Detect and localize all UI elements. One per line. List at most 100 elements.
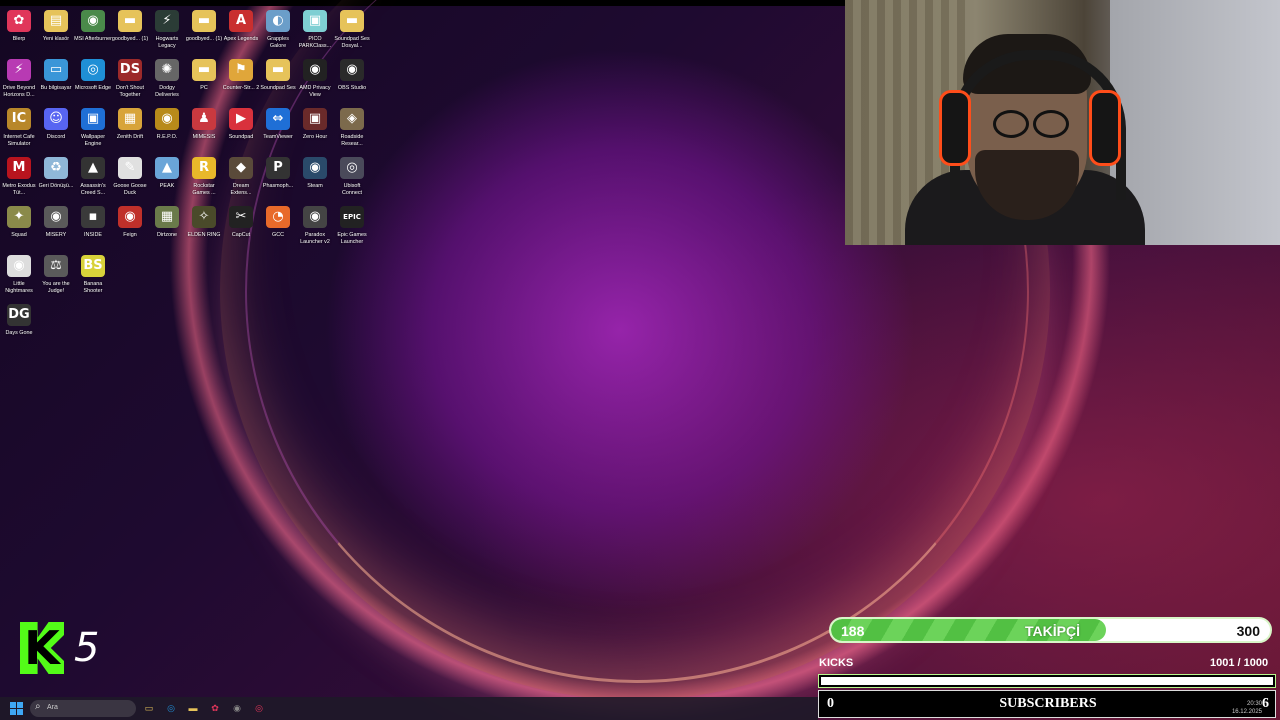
desktop-icon-label: Drive Beyond Horizons D... <box>2 85 36 98</box>
desktop-icon-label: Days Gone <box>5 330 33 336</box>
tray-clock[interactable]: 20:30 16.12.2025 <box>1232 700 1262 716</box>
desktop-icon[interactable]: ⚡ Hogwarts Legacy <box>148 10 186 58</box>
desktop-icon[interactable]: ◉ MSI Afterburner <box>74 10 112 58</box>
obs-icon[interactable]: ◉ <box>230 701 244 715</box>
desktop-icon[interactable]: ▣ PICO PARKClass... <box>296 10 334 58</box>
desktop-icon-label: CapCut <box>231 232 251 238</box>
app-icon: ⚑ <box>229 59 253 81</box>
kicks-progress-fill <box>821 677 1273 685</box>
app-icon: ▶ <box>229 108 253 130</box>
desktop-icon[interactable]: ◈ Roadside Resear... <box>333 108 371 156</box>
desktop-icon[interactable]: ◐ Grapples Galore <box>259 10 297 58</box>
app-icon: ▬ <box>192 59 216 81</box>
desktop-icon[interactable]: ♻ Geri Dönüşü... <box>37 157 75 205</box>
desktop-icon[interactable]: ◉ Steam <box>296 157 334 205</box>
headset-cup-left <box>939 90 971 166</box>
desktop-icon[interactable]: DS Don't Shout Together <box>111 59 149 107</box>
desktop-icon[interactable]: ◉ R.E.P.O. <box>148 108 186 156</box>
start-button[interactable] <box>10 702 23 715</box>
app-icon[interactable]: ◎ <box>252 701 266 715</box>
desktop-icon[interactable]: ⚖ You are the Judge! <box>37 255 75 303</box>
desktop-icon[interactable]: BS Banana Shooter <box>74 255 112 303</box>
desktop-icon[interactable]: ▦ Dirtzone <box>148 206 186 254</box>
tray-date: 16.12.2025 <box>1231 709 1262 715</box>
desktop-icon-label: GCC <box>272 232 284 238</box>
desktop-icon[interactable]: ✎ Goose Goose Duck <box>111 157 149 205</box>
desktop-icon[interactable]: R Rockstar Games ... <box>185 157 223 205</box>
follower-goal-bar: 188 TAKİPÇİ 300 <box>829 617 1272 643</box>
desktop-icon[interactable]: ◉ MISERY <box>37 206 75 254</box>
desktop-icon[interactable]: ▶ Soundpad <box>222 108 260 156</box>
desktop-icon-label: goodbyed... (1) <box>185 36 223 42</box>
desktop-icon[interactable]: ▲ PEAK <box>148 157 186 205</box>
desktop-icon[interactable]: ▤ Yeni klasör <box>37 10 75 58</box>
webcam-overlay <box>845 0 1280 245</box>
desktop-icon[interactable]: ⚑ Counter-Str... 2 <box>222 59 260 107</box>
desktop-icon-label: Steam <box>307 183 323 189</box>
desktop-icon[interactable]: ▪ INSIDE <box>74 206 112 254</box>
desktop-icon[interactable]: ▦ Zenith Drift <box>111 108 149 156</box>
desktop-icon-label: Blerp <box>12 36 26 42</box>
app-icon: ✺ <box>155 59 179 81</box>
desktop-icon[interactable]: M Metro Exodus Tüt... <box>0 157 38 205</box>
desktop-icon[interactable]: ▬ goodbyed... (1) <box>111 10 149 58</box>
desktop-icon-label: TeamViewer <box>263 134 293 140</box>
desktop-icon[interactable]: ⇔ TeamViewer <box>259 108 297 156</box>
desktop-icon[interactable]: ◉ Feign <box>111 206 149 254</box>
follower-goal-label: TAKİPÇİ <box>1025 623 1080 639</box>
desktop-icon-label: Metro Exodus Tüt... <box>2 183 36 196</box>
desktop-icon[interactable]: P Phasmoph... <box>259 157 297 205</box>
edge-icon[interactable]: ◎ <box>164 701 178 715</box>
desktop-icon[interactable]: ▬ Soundpad Ses Dosyal... <box>333 10 371 58</box>
desktop-icon[interactable]: ✧ ELDEN RING <box>185 206 223 254</box>
desktop-icon[interactable]: DG Days Gone <box>0 304 38 352</box>
desktop-icon[interactable]: ◉ AMD Privacy View <box>296 59 334 107</box>
desktop-icon[interactable]: ▣ Zero Hour <box>296 108 334 156</box>
app-icon: ♻ <box>44 157 68 179</box>
desktop-icon[interactable]: A Apex Legends <box>222 10 260 58</box>
desktop-icon[interactable]: ◆ Dream Extens... <box>222 157 260 205</box>
app-icon: ▣ <box>303 108 327 130</box>
desktop-icon[interactable]: ▲ Assassin's Creed S... <box>74 157 112 205</box>
blerp-icon[interactable]: ✿ <box>208 701 222 715</box>
app-icon: ▬ <box>118 10 142 32</box>
file-explorer-icon[interactable]: ▭ <box>142 701 156 715</box>
desktop-icon[interactable]: ▬ goodbyed... (1) <box>185 10 223 58</box>
desktop-icon[interactable]: IC Internet Cafe Simulator <box>0 108 38 156</box>
follower-goal-target: 300 <box>1236 623 1260 639</box>
desktop-icon[interactable]: ◎ Microsoft Edge <box>74 59 112 107</box>
desktop-icon-label: PC <box>200 85 208 91</box>
desktop-icon[interactable]: ◉ Paradox Launcher v2 <box>296 206 334 254</box>
desktop-icon[interactable]: ▬ PC <box>185 59 223 107</box>
app-icon: ◉ <box>340 59 364 81</box>
app-icon: ◉ <box>303 157 327 179</box>
app-icon: ⚡ <box>7 59 31 81</box>
desktop-icon[interactable]: ✦ Squad <box>0 206 38 254</box>
desktop-icon[interactable]: ✿ Blerp <box>0 10 38 58</box>
desktop-icon-label: Counter-Str... 2 <box>222 85 260 91</box>
desktop-icon[interactable]: ▬ Soundpad Ses <box>259 59 297 107</box>
desktop-icon[interactable]: ◎ Ubisoft Connect <box>333 157 371 205</box>
taskbar-search[interactable]: ⌕ Ara <box>30 700 136 717</box>
desktop-icon-label: Bu bilgisayar <box>40 85 72 91</box>
folder-icon[interactable]: ▬ <box>186 701 200 715</box>
desktop-icon[interactable]: EPIC Epic Games Launcher <box>333 206 371 254</box>
app-icon: ▪ <box>81 206 105 228</box>
app-icon: ⇔ <box>266 108 290 130</box>
desktop-icon[interactable]: ▭ Bu bilgisayar <box>37 59 75 107</box>
desktop-icon[interactable]: ◉ Little Nightmares <box>0 255 38 303</box>
desktop-icon[interactable]: ✺ Dodgy Deliveries <box>148 59 186 107</box>
desktop-icon-label: Zero Hour <box>302 134 328 140</box>
app-icon: ✿ <box>7 10 31 32</box>
desktop-icon[interactable]: ☺ Discord <box>37 108 75 156</box>
desktop-icon-label: AMD Privacy View <box>299 85 331 98</box>
desktop-icon[interactable]: ◔ GCC <box>259 206 297 254</box>
desktop-icon[interactable]: ▣ Wallpaper Engine <box>74 108 112 156</box>
desktop-icon[interactable]: ⚡ Drive Beyond Horizons D... <box>0 59 38 107</box>
desktop-icon-label: Banana Shooter <box>83 281 103 294</box>
desktop-icon-label: Dodgy Deliveries <box>155 85 179 98</box>
desktop-icon[interactable]: ♟ MIMESIS <box>185 108 223 156</box>
desktop-icon[interactable]: ✂ CapCut <box>222 206 260 254</box>
desktop-icon[interactable]: ◉ OBS Studio <box>333 59 371 107</box>
app-icon: ◎ <box>340 157 364 179</box>
